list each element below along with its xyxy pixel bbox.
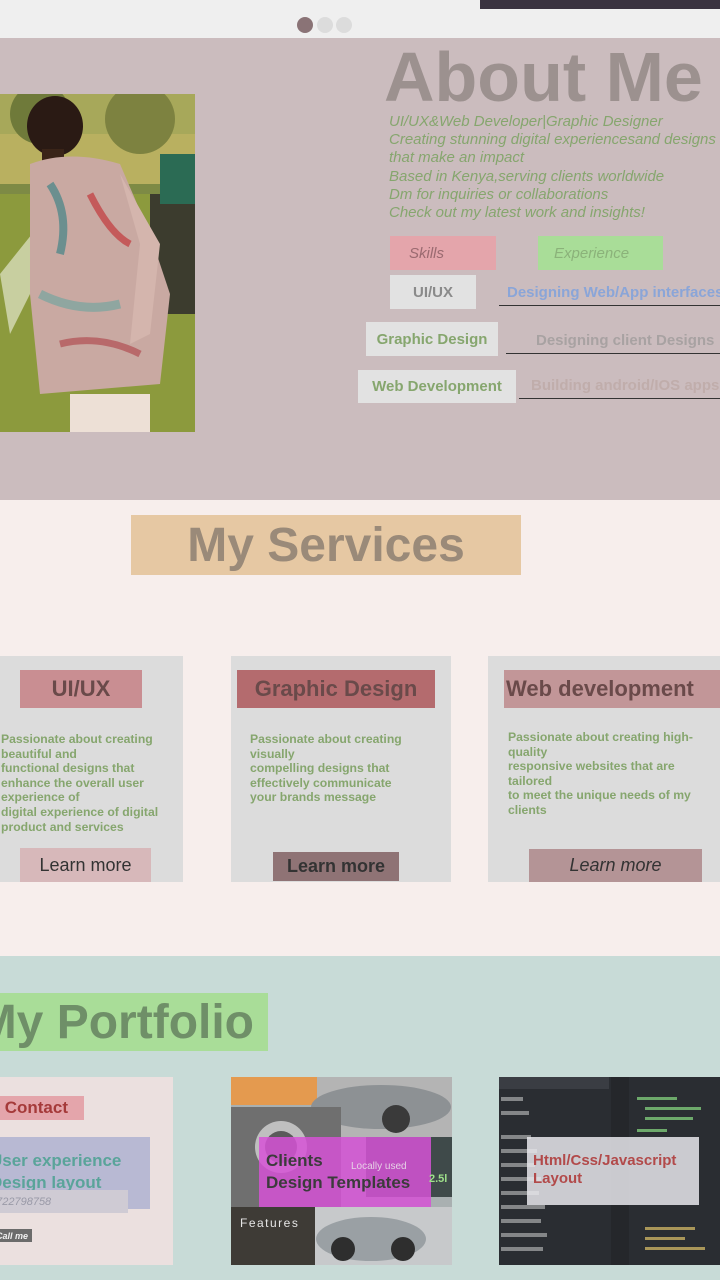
- learn-more-button[interactable]: Learn more: [20, 848, 151, 882]
- text-line: functional designs that: [1, 761, 135, 776]
- tile-label-line: Design Templates: [266, 1173, 411, 1192]
- carousel-dot-3[interactable]: [336, 17, 352, 33]
- experience-tab[interactable]: Experience: [538, 236, 663, 270]
- service-card-text: Passionate about creating high- quality …: [508, 730, 720, 818]
- portfolio-tile-contact[interactable]: Contact User experience Design layout 07…: [0, 1077, 173, 1265]
- text-line: responsive websites that are: [508, 759, 675, 774]
- text-line: digital experience of digital: [1, 804, 159, 819]
- text-line: quality: [508, 744, 548, 759]
- learn-more-button[interactable]: Learn more: [273, 852, 399, 881]
- text-line: effectively communicate: [250, 775, 392, 790]
- bio-line: Check out my latest work and insights!: [389, 204, 645, 222]
- call-button[interactable]: Call me: [0, 1229, 32, 1242]
- text-line: visually: [250, 746, 295, 761]
- service-card-title: Graphic Design: [237, 670, 435, 708]
- tile-label: Html/Css/Javascript Layout: [533, 1152, 676, 1188]
- text-line: Passionate about creating: [1, 732, 153, 746]
- text-line: Passionate about creating: [250, 732, 402, 746]
- portfolio-title: My Portfolio: [0, 993, 268, 1051]
- about-title: About Me: [384, 38, 703, 116]
- learn-more-button[interactable]: Learn more: [529, 849, 702, 882]
- tile-label-line: Clients: [266, 1151, 323, 1170]
- features-label: Features: [240, 1216, 300, 1230]
- skill-graphic-design-desc: Designing client Designs: [506, 332, 720, 354]
- bio-line: Dm for inquiries or collaborations: [389, 185, 609, 203]
- text-line: tailored: [508, 773, 553, 788]
- phone-number: 0722798758: [0, 1190, 128, 1213]
- bio-line: UI/UX&Web Developer|Graphic Designer: [389, 113, 663, 130]
- tile-label: User experience Design layout: [0, 1150, 121, 1194]
- portfolio-tile-html-css[interactable]: Html/Css/Javascript Layout: [499, 1077, 720, 1265]
- hero-image-edge: [480, 0, 720, 9]
- tile-badge: 2.5l: [429, 1173, 448, 1185]
- skill-web-development[interactable]: Web Development: [358, 370, 516, 403]
- tile-label-line: Html/Css/Javascript: [533, 1152, 677, 1169]
- text-line: enhance the overall user: [1, 775, 144, 790]
- tile-label-line: Layout: [533, 1170, 583, 1187]
- text-line: your brands message: [250, 790, 376, 805]
- skill-uiux[interactable]: UI/UX: [390, 275, 476, 309]
- text-line: beautiful and: [1, 746, 77, 761]
- carousel-dot-2[interactable]: [317, 17, 333, 33]
- services-title: My Services: [131, 515, 521, 575]
- service-card-text: Passionate about creating visually compe…: [250, 732, 450, 805]
- skills-tab[interactable]: Skills: [390, 236, 496, 270]
- skill-web-development-desc: Building android/IOS apps: [519, 377, 720, 399]
- tile-label-line: User experience: [0, 1151, 122, 1170]
- skill-graphic-design[interactable]: Graphic Design: [366, 322, 498, 356]
- portfolio-tile-clients[interactable]: Locally used 2.5l Clients Design Templat…: [231, 1077, 452, 1265]
- service-card-graphic-design: Graphic Design Passionate about creating…: [231, 656, 451, 882]
- bio-line: that make an impact: [389, 149, 525, 167]
- service-card-text: Passionate about creating beautiful and …: [1, 732, 183, 834]
- bio-line: Based in Kenya,serving clients worldwide: [389, 167, 665, 185]
- text-line: experience of: [1, 790, 80, 805]
- profile-photo: [0, 94, 195, 432]
- contact-tag: Contact: [0, 1096, 84, 1120]
- bio-line: Creating stunning digital experiencesand…: [389, 131, 716, 149]
- carousel-dot-1[interactable]: [297, 17, 313, 33]
- about-bio: UI/UX&Web Developer|Graphic Designer Cre…: [389, 113, 716, 222]
- tile-label: Clients Design Templates: [266, 1150, 410, 1194]
- text-line: clients: [508, 802, 547, 817]
- text-line: Passionate about creating high-: [508, 730, 693, 744]
- text-line: compelling designs that: [250, 761, 390, 776]
- skill-uiux-desc: Designing Web/App interfaces: [499, 284, 720, 306]
- service-card-title: UI/UX: [20, 670, 142, 708]
- text-line: product and services: [1, 819, 124, 834]
- service-card-uiux: UI/UX Passionate about creating beautifu…: [0, 656, 183, 882]
- text-line: to meet the unique needs of my: [508, 788, 691, 803]
- service-card-web-development: Web development Passionate about creatin…: [488, 656, 720, 882]
- service-card-title: Web development: [504, 670, 720, 708]
